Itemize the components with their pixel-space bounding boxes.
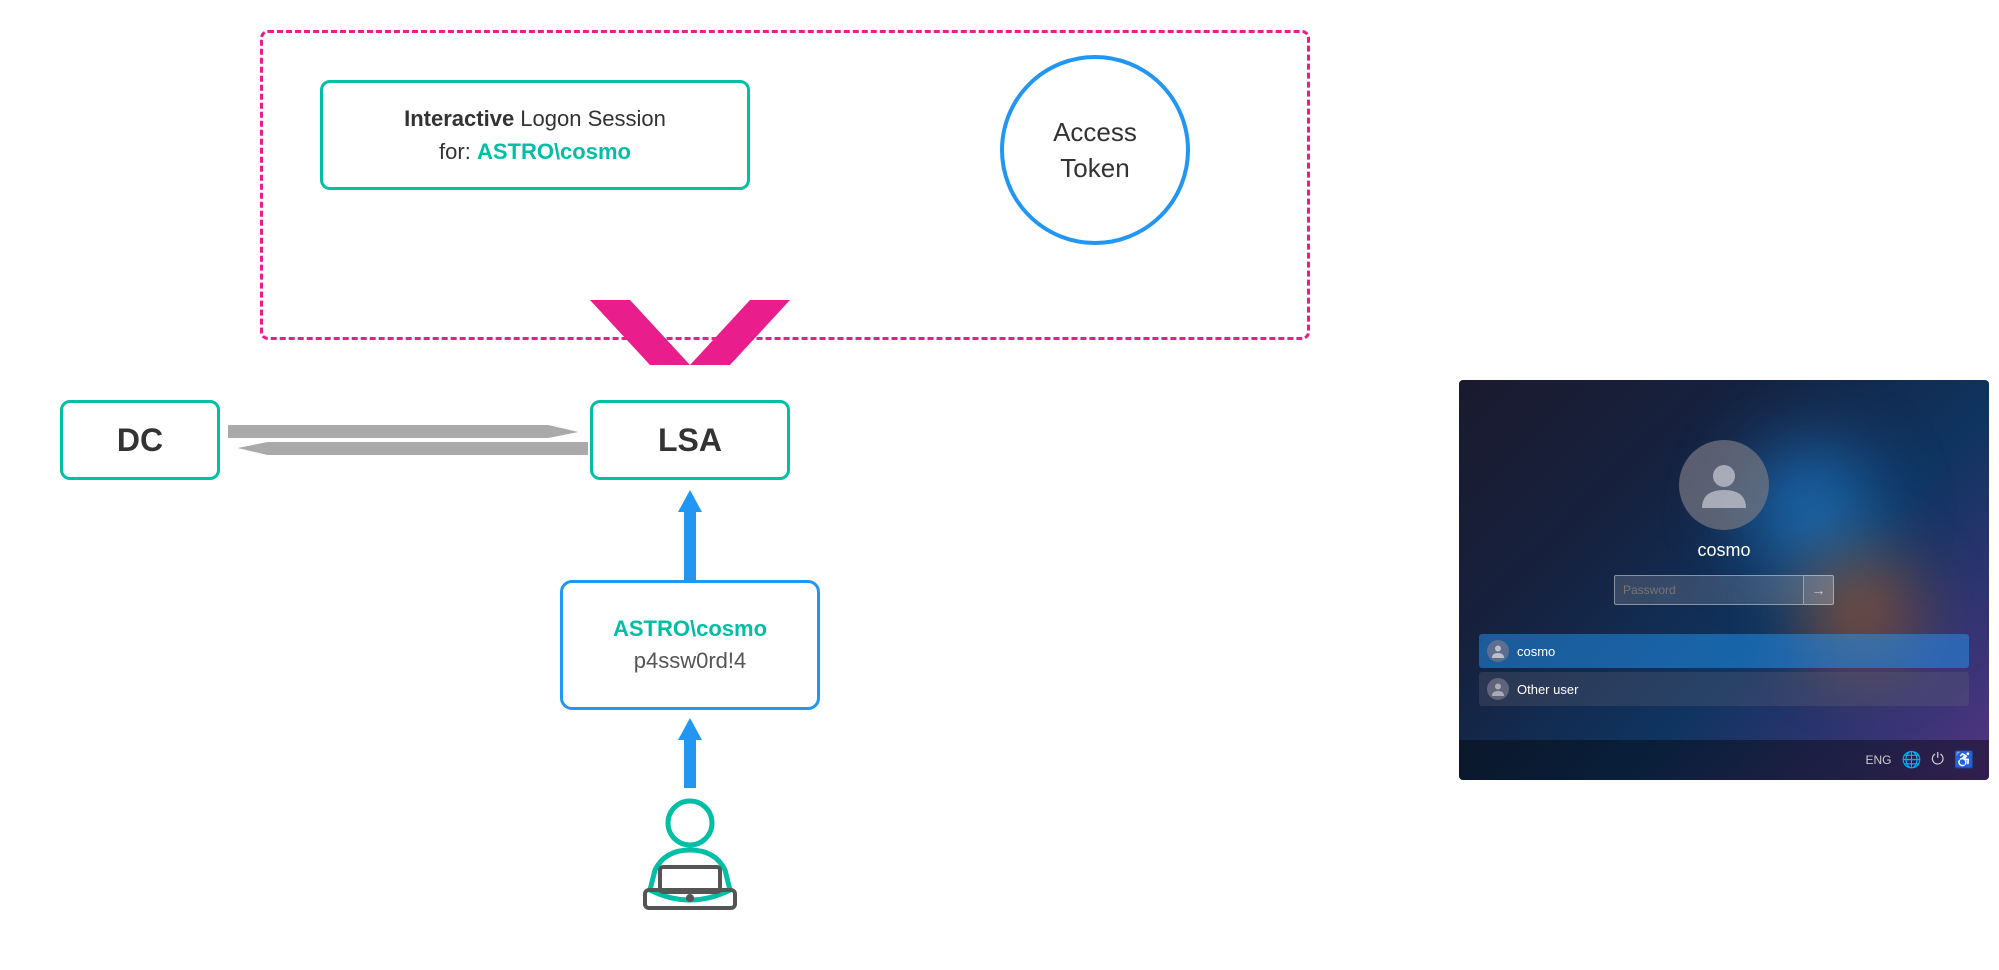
access-token-line2: Token [1060, 153, 1129, 183]
access-token-text: Access Token [1053, 114, 1137, 187]
win-password-submit[interactable]: → [1804, 575, 1834, 605]
logon-session-bold: Interactive [404, 106, 514, 131]
person-icon-cosmo [1491, 644, 1505, 658]
credentials-box: ASTRO\cosmo p4ssw0rd!4 [560, 580, 820, 710]
logon-session-text: Interactive Logon Session for: ASTRO\cos… [404, 102, 666, 168]
avatar-icon [1697, 458, 1752, 513]
win-user-other[interactable]: Other user [1479, 672, 1969, 706]
blue-arrow-person [678, 718, 702, 788]
person-laptop-icon [625, 795, 755, 925]
win-user-list: cosmo Other user [1479, 634, 1969, 710]
globe-icon[interactable]: 🌐 [1902, 750, 1922, 770]
win-password-row: → [1614, 575, 1834, 605]
access-token-line1: Access [1053, 117, 1137, 147]
diagram-container: Interactive Logon Session for: ASTRO\cos… [0, 0, 1999, 970]
win-user-other-label: Other user [1517, 682, 1578, 697]
logon-session-box: Interactive Logon Session for: ASTRO\cos… [320, 80, 750, 190]
accessibility-icon[interactable]: ♿ [1954, 750, 1974, 770]
win-taskbar: ENG 🌐 ⏻ ♿ [1459, 740, 1989, 780]
win-user-cosmo[interactable]: cosmo [1479, 634, 1969, 668]
windows-login-panel: cosmo → cosmo [1459, 380, 1989, 780]
dc-box: DC [60, 400, 220, 480]
dc-label: DC [117, 422, 163, 459]
logon-session-for: for: [439, 139, 471, 164]
win-user-cosmo-icon [1487, 640, 1509, 662]
win-user-cosmo-label: cosmo [1517, 644, 1555, 659]
person-icon-other [1491, 682, 1505, 696]
dc-lsa-arrows [228, 420, 588, 460]
pink-v-arrows [580, 290, 800, 380]
win-lang-label: ENG [1865, 753, 1891, 767]
avatar [1679, 440, 1769, 530]
logon-session-user: ASTRO\cosmo [477, 139, 631, 164]
credentials-username: ASTRO\cosmo [613, 616, 767, 642]
win-username: cosmo [1697, 540, 1750, 561]
access-token-circle: Access Token [1000, 55, 1190, 245]
win-password-input[interactable] [1614, 575, 1804, 605]
win-user-other-icon [1487, 678, 1509, 700]
blue-arrow-lsa [678, 490, 702, 580]
power-icon[interactable]: ⏻ [1931, 751, 1944, 769]
credentials-password: p4ssw0rd!4 [634, 648, 747, 674]
lsa-box: LSA [590, 400, 790, 480]
win-login-inner: cosmo → cosmo [1459, 380, 1989, 780]
logon-session-middle: Logon Session [514, 106, 666, 131]
lsa-label: LSA [658, 422, 722, 459]
